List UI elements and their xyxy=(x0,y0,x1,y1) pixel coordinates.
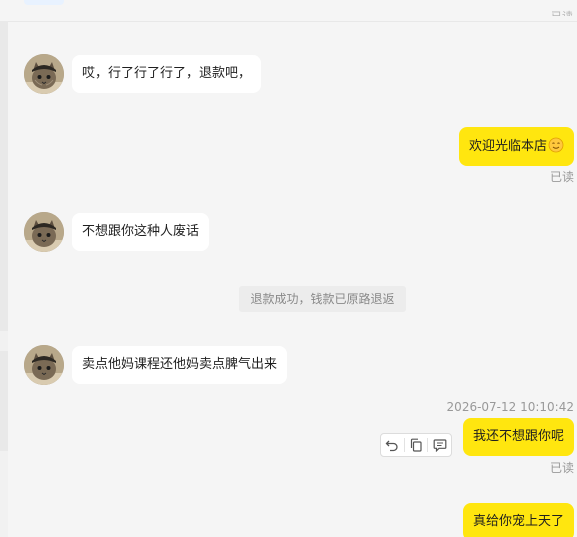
top-tab-fragment xyxy=(24,0,64,5)
message-timestamp: 2026-07-12 10:10:42 xyxy=(446,400,574,414)
copy-button[interactable] xyxy=(405,434,428,456)
message-action-bar xyxy=(380,433,452,457)
top-divider xyxy=(0,0,577,22)
undo-icon xyxy=(385,440,398,452)
quote-icon xyxy=(433,439,447,452)
avatar[interactable] xyxy=(24,54,64,94)
message-bubble-incoming[interactable]: 哎，行了行了行了，退款吧， xyxy=(72,55,262,93)
message-text: 欢迎光临本店 xyxy=(468,139,547,154)
copy-icon xyxy=(410,438,422,452)
message-bubble-outgoing[interactable]: 真给你宠上天了 xyxy=(462,503,574,537)
undo-button[interactable] xyxy=(381,434,404,456)
cat-avatar-icon xyxy=(24,345,64,385)
left-scroll-edge xyxy=(0,21,8,537)
system-message-refund: 退款成功，钱款已原路退返 xyxy=(239,286,406,312)
message-bubble-incoming[interactable]: 卖点他妈课程还他妈卖点脾气出来 xyxy=(72,346,288,384)
avatar[interactable] xyxy=(24,212,64,252)
cat-avatar-icon xyxy=(24,212,64,252)
message-bubble-incoming[interactable]: 不想跟你这种人废话 xyxy=(72,213,210,251)
smile-emoji-icon xyxy=(548,137,564,153)
chat-window: 已读 哎，行了行了行了，退款吧， 欢迎光临本店 已读 xyxy=(0,0,577,537)
cat-avatar-icon xyxy=(24,54,64,94)
message-bubble-outgoing[interactable]: 我还不想跟你呢 xyxy=(462,418,574,456)
avatar[interactable] xyxy=(24,345,64,385)
quote-button[interactable] xyxy=(428,434,451,456)
read-status: 已读 xyxy=(549,170,574,184)
read-status: 已读 xyxy=(549,461,574,475)
message-bubble-outgoing[interactable]: 欢迎光临本店 xyxy=(458,127,574,166)
